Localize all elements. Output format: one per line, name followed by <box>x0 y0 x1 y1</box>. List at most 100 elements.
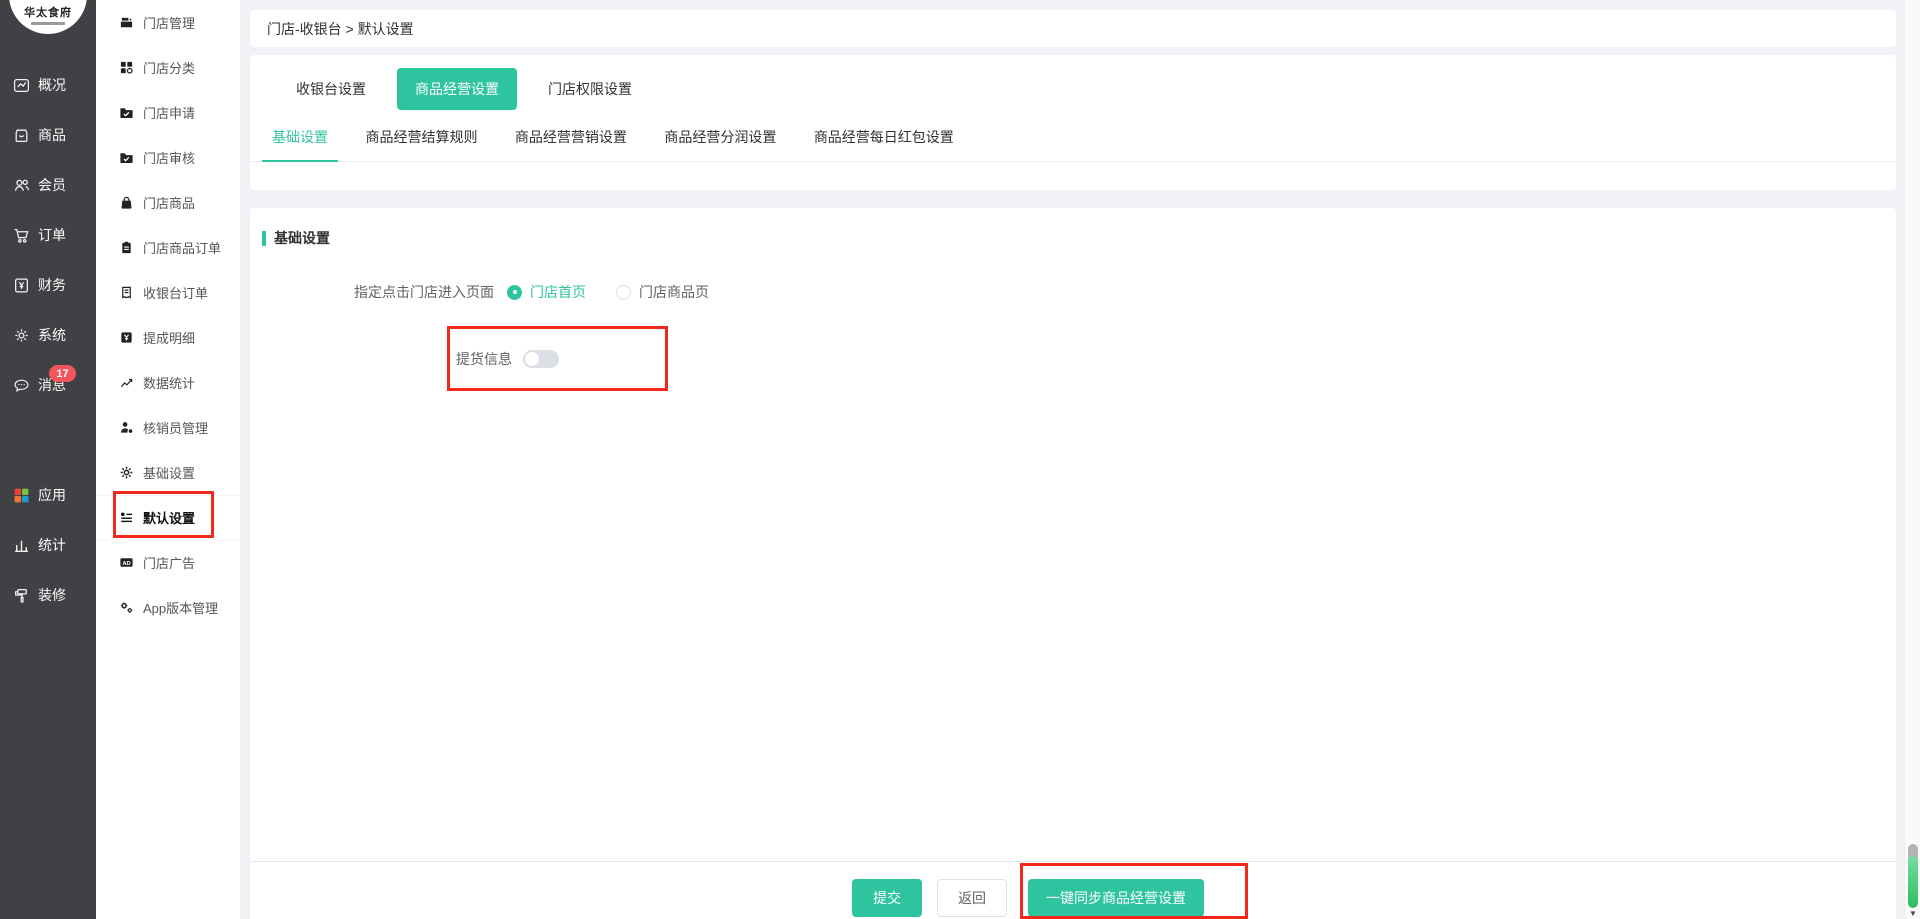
sidebar-item-label: 收银台订单 <box>143 286 209 301</box>
store-apply-icon <box>118 105 134 121</box>
nav-label: 统计 <box>38 537 66 553</box>
tab-goods-operation-settings[interactable]: 商品经营设置 <box>397 68 517 110</box>
nav-finance[interactable]: 财务 <box>0 260 96 310</box>
secondary-sidebar: 门店管理 门店分类 门店申请 门店审核 门店商品 门店商品订单 收银台订单 提成… <box>96 0 240 919</box>
nav-goods[interactable]: 商品 <box>0 110 96 160</box>
statistics-icon <box>12 536 30 554</box>
primary-nav: 概况 商品 会员 订单 财务 系统 消息 17 应用 统计 装修 <box>0 60 96 620</box>
sidebar-item-label: App版本管理 <box>143 601 219 616</box>
sidebar-item-store-goods-order[interactable]: 门店商品订单 <box>96 225 240 270</box>
radio-store-goods-page[interactable]: 门店商品页 <box>616 282 709 302</box>
nav-statistics[interactable]: 统计 <box>0 520 96 570</box>
nav-label: 订单 <box>38 227 66 243</box>
svg-text:AD: AD <box>122 561 130 567</box>
scrollbar-thumb[interactable] <box>1908 856 1918 908</box>
nav-label: 应用 <box>38 487 66 503</box>
scrollbar-down-arrow-icon[interactable]: ▼ <box>1905 909 1920 918</box>
messages-icon <box>12 376 30 394</box>
radio-dot-icon <box>616 284 631 300</box>
nav-label: 会员 <box>38 177 66 193</box>
nav-system[interactable]: 系统 <box>0 310 96 360</box>
goods-icon <box>12 126 30 144</box>
sidebar-item-app-version[interactable]: App版本管理 <box>96 585 240 630</box>
tab-cashier-settings[interactable]: 收银台设置 <box>278 68 384 110</box>
nav-orders[interactable]: 订单 <box>0 210 96 260</box>
sidebar-item-store-audit[interactable]: 门店审核 <box>96 135 240 180</box>
nav-overview[interactable]: 概况 <box>0 60 96 110</box>
subtab-basic-settings[interactable]: 基础设置 <box>262 119 338 162</box>
logo-circle: 华太食府 <box>9 0 87 34</box>
nav-label: 装修 <box>38 587 66 603</box>
breadcrumb-bar: 门店-收银台 > 默认设置 <box>250 10 1896 47</box>
nav-decorate[interactable]: 装修 <box>0 570 96 620</box>
finance-icon <box>12 276 30 294</box>
logo-subtext <box>31 22 65 25</box>
radio-label: 门店首页 <box>530 284 586 300</box>
sidebar-item-basic-settings[interactable]: 基础设置 <box>96 450 240 495</box>
tab-bar: 收银台设置 商品经营设置 门店权限设置 <box>250 55 1896 110</box>
sidebar-item-label: 门店审核 <box>143 151 196 166</box>
app-version-icon <box>118 600 134 616</box>
sidebar-item-label: 数据统计 <box>143 376 196 391</box>
radio-label: 门店商品页 <box>639 284 709 300</box>
cashier-order-icon <box>118 285 134 301</box>
sidebar-item-label: 门店申请 <box>143 106 196 121</box>
primary-sidebar: 华太食府 概况 商品 会员 订单 财务 系统 消息 17 应用 统计 装修 <box>0 0 96 919</box>
entry-page-row: 指定点击门店进入页面 门店首页 门店商品页 <box>262 282 1896 302</box>
subtab-settlement-rules[interactable]: 商品经营结算规则 <box>355 119 487 162</box>
section-header: 基础设置 <box>262 228 1896 248</box>
subtab-marketing-settings[interactable]: 商品经营营销设置 <box>505 119 637 162</box>
tabs-card: 收银台设置 商品经营设置 门店权限设置 基础设置 商品经营结算规则 商品经营营销… <box>250 55 1896 190</box>
radio-dot-icon <box>507 284 522 300</box>
logo-text: 华太食府 <box>24 7 72 19</box>
default-settings-icon <box>118 510 134 526</box>
nav-members[interactable]: 会员 <box>0 160 96 210</box>
breadcrumb: 门店-收银台 > 默认设置 <box>267 20 414 37</box>
sync-goods-settings-button[interactable]: 一键同步商品经营设置 <box>1028 879 1204 917</box>
back-button[interactable]: 返回 <box>937 879 1007 917</box>
toggle-knob-icon <box>525 351 539 366</box>
sidebar-item-default-settings[interactable]: 默认设置 <box>96 495 240 540</box>
nav-apps[interactable]: 应用 <box>0 470 96 520</box>
section-accent-bar <box>262 230 266 246</box>
sidebar-item-cashier-order[interactable]: 收银台订单 <box>96 270 240 315</box>
sidebar-item-label: 门店商品订单 <box>143 241 222 256</box>
submit-button[interactable]: 提交 <box>852 879 922 917</box>
unread-count-badge: 17 <box>49 365 76 382</box>
pickup-info-toggle[interactable] <box>523 349 559 368</box>
sidebar-item-label: 基础设置 <box>143 466 196 481</box>
sidebar-item-store-manage[interactable]: 门店管理 <box>96 0 240 45</box>
sidebar-item-verifier-manage[interactable]: 核销员管理 <box>96 405 240 450</box>
footer-bar: 提交 返回 一键同步商品经营设置 <box>250 861 1896 919</box>
basic-settings-icon <box>118 465 134 481</box>
sidebar-item-label: 门店管理 <box>143 16 196 31</box>
sidebar-item-data-stats[interactable]: 数据统计 <box>96 360 240 405</box>
main-content: 门店-收银台 > 默认设置 收银台设置 商品经营设置 门店权限设置 基础设置 商… <box>240 0 1920 919</box>
sidebar-item-store-goods[interactable]: 门店商品 <box>96 180 240 225</box>
scrollbar[interactable]: ▼ <box>1904 0 1920 919</box>
sidebar-item-store-ad[interactable]: AD 门店广告 <box>96 540 240 585</box>
store-goods-order-icon <box>118 240 134 256</box>
subtab-daily-redpacket-settings[interactable]: 商品经营每日红包设置 <box>804 119 964 162</box>
app-window: 华太食府 概况 商品 会员 订单 财务 系统 消息 17 应用 统计 装修 门店… <box>0 0 1920 919</box>
sidebar-item-label: 门店商品 <box>143 196 196 211</box>
nav-label: 系统 <box>38 327 66 343</box>
members-icon <box>12 176 30 194</box>
nav-label: 商品 <box>38 127 66 143</box>
nav-label: 概况 <box>38 77 66 93</box>
section-title: 基础设置 <box>274 230 330 246</box>
radio-store-homepage[interactable]: 门店首页 <box>507 282 586 302</box>
data-stats-icon <box>118 375 134 391</box>
tab-store-permission-settings[interactable]: 门店权限设置 <box>530 68 650 110</box>
nav-messages[interactable]: 消息 17 <box>0 360 96 410</box>
store-goods-icon <box>118 195 134 211</box>
subtab-profit-share-settings[interactable]: 商品经营分润设置 <box>654 119 786 162</box>
sidebar-item-commission[interactable]: 提成明细 <box>96 315 240 360</box>
sidebar-item-label: 提成明细 <box>143 331 196 346</box>
commission-icon <box>118 330 134 346</box>
store-audit-icon <box>118 150 134 166</box>
sidebar-item-store-apply[interactable]: 门店申请 <box>96 90 240 135</box>
settings-body: 基础设置 指定点击门店进入页面 门店首页 门店商品页 提货信息 <box>250 208 1896 861</box>
sidebar-item-store-category[interactable]: 门店分类 <box>96 45 240 90</box>
entry-page-label: 指定点击门店进入页面 <box>354 284 494 300</box>
